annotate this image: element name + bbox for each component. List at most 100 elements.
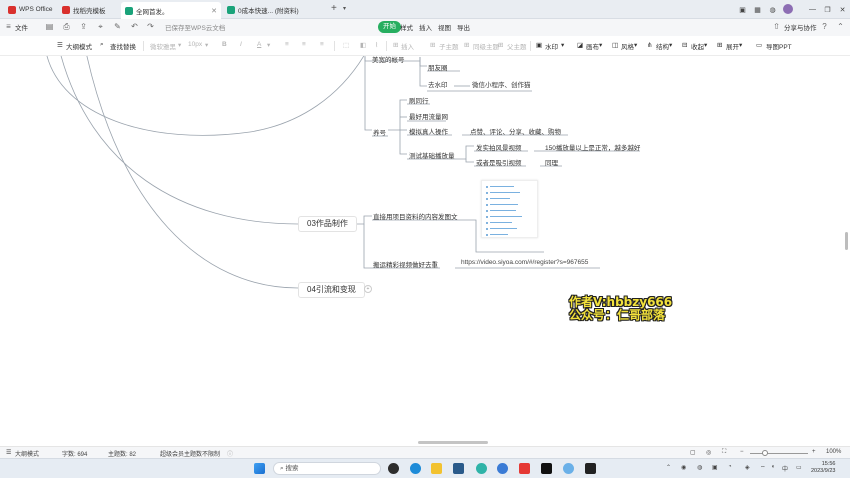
user-avatar[interactable] [780,3,795,16]
wifi-icon[interactable]: ⌔ [760,464,766,472]
insert-button[interactable]: 插入 [401,41,414,51]
zoom-out-icon[interactable]: − [740,449,744,455]
mindmap-node[interactable]: 搬运精彩视频做好去重 [373,259,438,269]
grid-icon[interactable]: ▦ [750,6,765,14]
mindmap-node[interactable]: 去水印 [428,79,448,89]
fill-icon[interactable]: ◧ [360,41,366,49]
store-icon[interactable] [453,463,464,474]
mindmap-node[interactable]: 模拟真人操作 [409,126,448,136]
pen-icon[interactable]: ✎ [113,22,122,31]
restore-icon[interactable]: ❐ [820,6,835,14]
menu-tab-style[interactable]: 样式 [400,22,413,32]
mindmap-node[interactable]: 点赞、评论、分享、收藏、购物 [470,126,561,136]
tray-icon[interactable]: ◉ [681,464,686,471]
app-icon[interactable] [476,463,487,474]
mindmap-node[interactable]: 或者是吸引视频 [476,157,522,167]
border-icon[interactable]: ⬚ [343,41,349,49]
menu-icon[interactable]: ≡ [4,22,13,31]
mindmap-node[interactable]: 微信小程序、创作猫 [472,79,531,89]
tab-mindmap-active[interactable]: 全网首发。 ✕ [121,2,221,19]
parent-topic-button[interactable]: 父主题 [507,41,527,51]
tab-second-doc[interactable]: 0成本快速... (附资料) [223,2,327,17]
task-view-icon[interactable] [388,463,399,474]
fullscreen-icon[interactable]: ⛶ [722,449,726,456]
mindmap-node[interactable]: 刷同行 [409,95,429,105]
edge-icon[interactable] [410,463,421,474]
attached-image-thumbnail[interactable] [481,180,538,238]
tray-icon[interactable]: ◔ [728,464,732,470]
mindmap-node[interactable]: 测试基础播放量 [409,150,455,160]
wps-taskbar-icon[interactable] [519,463,530,474]
browser-icon[interactable] [497,463,508,474]
format-painter-icon[interactable]: ⌖ [96,22,105,31]
menu-tab-export[interactable]: 导出 [457,22,470,32]
share-collab-button[interactable]: 分享与协作 [784,22,817,32]
taskbar-clock[interactable]: 15:56 2023/9/23 [811,461,835,475]
cloud-app-icon[interactable] [563,463,574,474]
mindmap-node[interactable]: 150播放量以上是正常，越多越好 [545,142,640,152]
menu-tab-insert[interactable]: 插入 [419,22,432,32]
tab-wps-office[interactable]: WPS Office [4,2,56,17]
windows-start-icon[interactable] [254,463,265,474]
sibling-topic-button[interactable]: 同级主题 [473,41,499,51]
tray-icon[interactable]: ▣ [712,464,718,471]
bold-button[interactable]: B [222,41,227,48]
battery-icon[interactable]: ▭ [796,464,802,471]
tray-icon[interactable]: ◈ [745,464,750,471]
outline-mode-button[interactable]: 大纲模式 [66,41,92,51]
fit-icon[interactable]: ▢ [690,449,696,456]
collapse-button[interactable]: 收起 [691,41,704,51]
export-icon[interactable]: ⇪ [79,22,88,31]
font-family-select[interactable]: 微软雅黑 [150,41,176,51]
watermark-button[interactable]: 水印 [545,41,558,51]
align-right-icon[interactable]: ≡ [320,41,324,48]
close-icon[interactable]: ✕ [211,7,217,15]
minimize-icon[interactable]: — [805,6,820,13]
topic-03-production[interactable]: 03作品制作 [298,216,357,232]
volume-icon[interactable]: ◖ [771,464,775,470]
expand-button[interactable]: 展开 [726,41,739,51]
mindmap-node[interactable]: 最好用流量网 [409,111,448,121]
menu-tab-view[interactable]: 视图 [438,22,451,32]
mindmap-to-ppt-button[interactable]: 导图PPT [766,41,792,51]
redo-icon[interactable]: ↷ [146,22,155,31]
mindmap-node[interactable]: 美宽的帐号 [372,56,405,64]
mindmap-node[interactable]: 同理 [545,157,558,167]
mindmap-node[interactable]: 养号 [373,127,386,137]
canvas-button[interactable]: 画布 [586,41,599,51]
align-left-icon[interactable]: ≡ [285,41,289,48]
horizontal-scrollbar[interactable] [418,441,488,444]
focus-icon[interactable]: ◎ [706,449,711,456]
topic-04-traffic-monetize[interactable]: 04引流和变现 [298,282,365,298]
layout-icon[interactable]: ▣ [735,6,750,14]
chevron-up-icon[interactable]: ⌃ [666,464,671,471]
expand-toggle-icon[interactable]: + [364,285,372,293]
chevron-down-icon[interactable]: ▾ [343,5,346,12]
undo-icon[interactable]: ↶ [130,22,139,31]
italic-button[interactable]: I [240,41,242,48]
style-button[interactable]: 风格 [621,41,634,51]
vertical-scrollbar[interactable] [845,232,848,250]
menu-tab-start[interactable]: 开始 [378,21,401,33]
structure-button[interactable]: 结构 [656,41,669,51]
find-replace-button[interactable]: 查找替换 [110,41,136,51]
zoom-in-icon[interactable]: + [812,449,816,455]
collapse-ribbon-icon[interactable]: ⌃ [836,22,845,31]
file-explorer-icon[interactable] [431,463,442,474]
align-center-icon[interactable]: ≡ [302,41,306,48]
outline-mode-status[interactable]: 大纲模式 [15,449,39,458]
new-tab-plus-icon[interactable]: + [331,3,337,14]
print-icon[interactable]: ⎙ [62,22,71,31]
line-icon[interactable]: ⌇ [375,41,378,49]
media-app-icon[interactable] [585,463,596,474]
mindmap-canvas[interactable]: 美宽的帐号 朋友圈 去水印 微信小程序、创作猫 养号 刷同行 最好用流量网 模拟… [0,56,850,444]
taskbar-search-input[interactable]: ⌕ 搜索 [273,462,381,475]
mindmap-node[interactable]: 朋友圈 [428,62,448,72]
mindmap-node[interactable]: 直接用项目资料的内容发图文 [373,211,458,221]
url-node[interactable]: https://video.siyoa.com/#/register?s=967… [461,259,588,266]
capcut-icon[interactable] [541,463,552,474]
zoom-slider[interactable] [750,453,808,454]
tray-icon[interactable]: ◍ [697,464,702,471]
zoom-level[interactable]: 100% [826,449,841,455]
file-menu[interactable]: 文件 [15,22,28,32]
